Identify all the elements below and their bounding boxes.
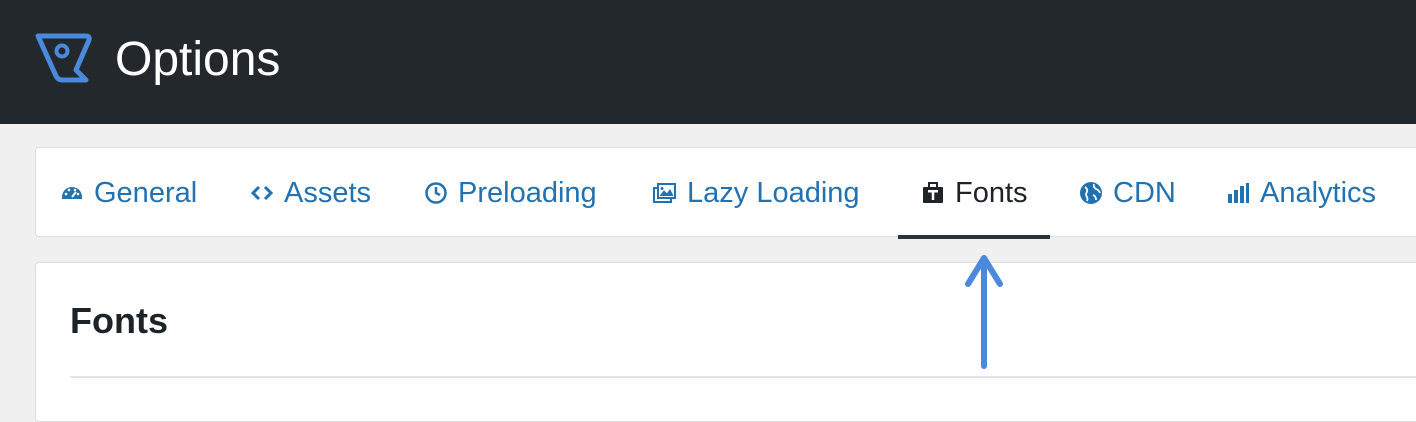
section-title: Fonts [70,300,168,341]
tab-cdn[interactable]: CDN [1079,148,1176,238]
dashboard-gauge-icon [60,181,84,205]
tab-general[interactable]: General [60,148,197,238]
code-brackets-icon [250,181,274,205]
tab-assets[interactable]: Assets [250,148,371,238]
tab-fonts[interactable]: Fonts [898,148,1049,239]
tab-label: Analytics [1260,176,1377,209]
font-briefcase-icon [921,181,945,205]
page-title: Options [115,33,281,86]
clock-icon [424,181,448,205]
tab-label: Lazy Loading [687,176,860,209]
options-tab-bar: General Assets Preloading Lazy Loading F… [35,147,1416,239]
tab-label: Preloading [458,176,597,209]
tab-label: Fonts [955,176,1028,209]
tab-analytics[interactable]: Analytics [1226,148,1376,238]
globe-icon [1079,181,1103,205]
tab-label: Assets [284,176,372,209]
up-arrow-icon [965,255,1003,369]
tab-label: CDN [1113,176,1176,209]
fonts-settings-panel: Fonts [35,262,1416,422]
tab-lazy-loading[interactable]: Lazy Loading [653,148,860,238]
tab-label: General [94,176,198,209]
section-divider [70,376,1416,378]
perfmatters-logo-icon [35,33,92,83]
bar-chart-icon [1226,181,1250,205]
images-icon [653,181,677,205]
tab-preloading[interactable]: Preloading [424,148,597,238]
top-header-bar: Options [0,0,1416,124]
